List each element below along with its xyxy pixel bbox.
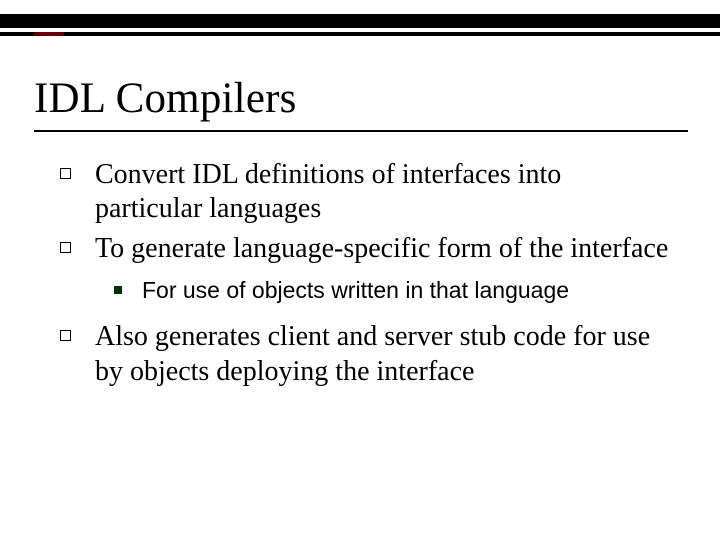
- bullet-item: Convert IDL definitions of interfaces in…: [60, 158, 670, 226]
- bullet-text: Convert IDL definitions of interfaces in…: [95, 158, 670, 226]
- filled-square-bullet-icon: [114, 286, 122, 294]
- bullet-text: To generate language-specific form of th…: [95, 232, 668, 266]
- title-underline: [34, 130, 688, 132]
- header-accent: [34, 32, 64, 36]
- sub-bullet-text: For use of objects written in that langu…: [142, 276, 569, 306]
- sub-bullet-item: For use of objects written in that langu…: [114, 276, 670, 306]
- bullet-item: To generate language-specific form of th…: [60, 232, 670, 266]
- slide-title: IDL Compilers: [34, 74, 297, 123]
- square-bullet-icon: [60, 168, 71, 179]
- header-bar-thin: [0, 32, 720, 36]
- bullet-text: Also generates client and server stub co…: [95, 320, 670, 388]
- square-bullet-icon: [60, 330, 71, 341]
- square-bullet-icon: [60, 242, 71, 253]
- slide-body: Convert IDL definitions of interfaces in…: [60, 158, 670, 395]
- bullet-item: Also generates client and server stub co…: [60, 320, 670, 388]
- header-bar-thick: [0, 14, 720, 28]
